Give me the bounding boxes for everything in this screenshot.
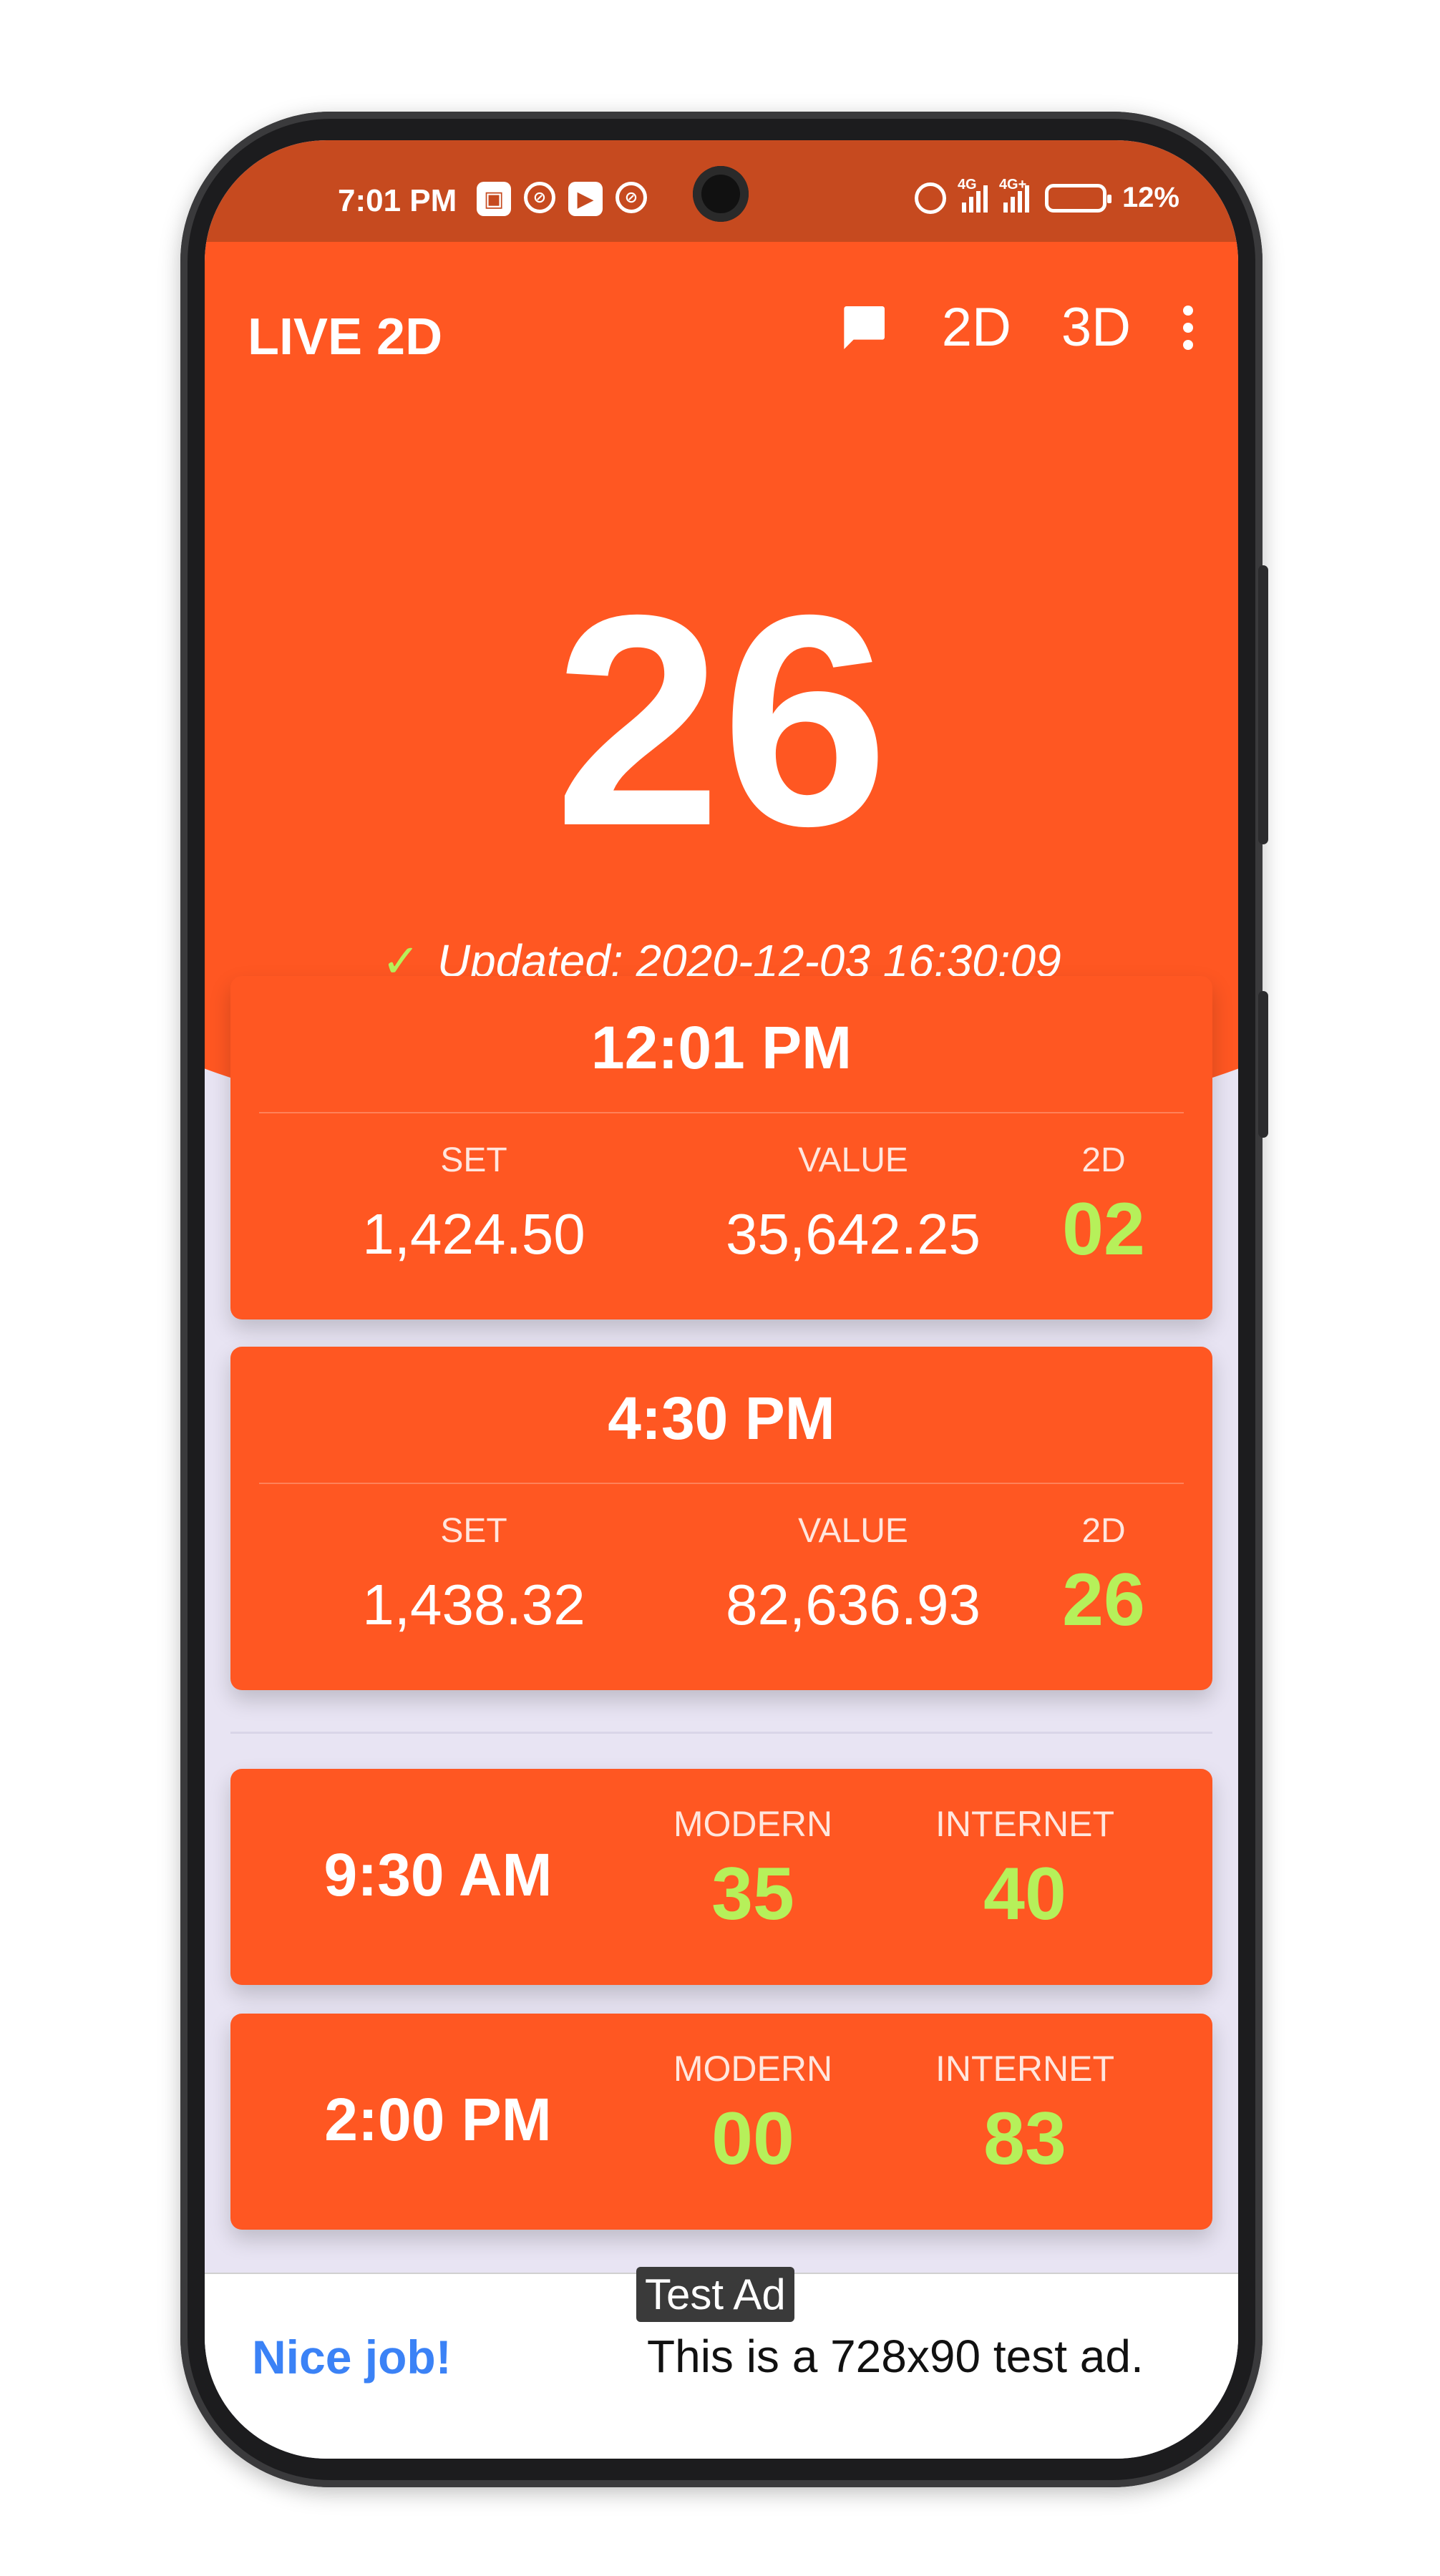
front-camera	[693, 166, 749, 222]
modern-label: MODERN	[673, 1804, 833, 1844]
2d-label: 2D	[1081, 1512, 1126, 1550]
ad-body[interactable]: This is a 728x90 test ad.	[647, 2330, 1144, 2383]
play-store-icon: ▶	[568, 182, 603, 216]
2d-value: 26	[1062, 1558, 1145, 1641]
chat-icon[interactable]	[835, 299, 892, 356]
value-column: VALUE 82,636.93	[674, 1511, 1032, 1638]
modern-label: MODERN	[673, 2049, 833, 2089]
set-value: 1,424.50	[362, 1202, 585, 1266]
power-button	[1258, 991, 1268, 1138]
network-label: 4G	[957, 176, 977, 192]
screen: 7:01 PM ▣ ⊘ ▶ ⊘ 4G 4G+ 12% LIVE 2D 2D 3D…	[205, 140, 1238, 2459]
set-label: SET	[440, 1512, 507, 1550]
divider	[259, 1483, 1184, 1484]
ad-headline[interactable]: Nice job!	[252, 2330, 452, 2384]
notification-icons: ▣ ⊘ ▶ ⊘	[477, 182, 647, 216]
divider	[259, 1112, 1184, 1113]
internet-column: INTERNET 40	[918, 1803, 1132, 1937]
session-card[interactable]: 2:00 PM MODERN 00 INTERNET 83	[230, 2014, 1212, 2230]
section-separator	[230, 1732, 1212, 1734]
signal-4g-icon: 4G	[958, 177, 988, 213]
set-value: 1,438.32	[362, 1573, 585, 1636]
2d-button[interactable]: 2D	[942, 296, 1011, 358]
live-header: LIVE 2D 2D 3D 26	[205, 242, 1238, 1143]
mi-store-icon: ▣	[477, 182, 511, 216]
result-time: 4:30 PM	[608, 1385, 835, 1452]
result-card[interactable]: 12:01 PM SET 1,424.50 VALUE 35,642.25 2D…	[230, 976, 1212, 1319]
network-label: 4G+	[998, 176, 1027, 192]
internet-value: 40	[983, 1853, 1066, 1936]
value-label: VALUE	[798, 1512, 908, 1550]
modern-value: 00	[711, 2097, 794, 2180]
internet-value: 83	[983, 2097, 1066, 2180]
battery-percent: 12%	[1122, 182, 1179, 213]
session-time: 2:00 PM	[324, 2086, 552, 2153]
modern-column: MODERN 35	[660, 1803, 846, 1937]
modern-column: MODERN 00	[660, 2048, 846, 2182]
volume-button	[1258, 565, 1268, 844]
live-number: 26	[554, 553, 889, 889]
set-label: SET	[440, 1141, 507, 1179]
vpn-icon: ⊘	[616, 182, 647, 213]
set-column: SET 1,424.50	[331, 1141, 617, 1267]
status-bar: 7:01 PM ▣ ⊘ ▶ ⊘ 4G 4G+ 12%	[205, 140, 1238, 242]
alarm-icon	[914, 182, 946, 214]
2d-column: 2D 02	[1032, 1141, 1175, 1272]
vpn-icon: ⊘	[524, 182, 555, 213]
value-column: VALUE 35,642.25	[674, 1141, 1032, 1267]
test-ad-badge: Test Ad	[636, 2267, 794, 2322]
signal-4g-plus-icon: 4G+	[999, 177, 1029, 213]
toolbar-actions: 2D 3D	[835, 296, 1195, 358]
set-column: SET 1,438.32	[331, 1511, 617, 1638]
internet-column: INTERNET 83	[918, 2048, 1132, 2182]
internet-label: INTERNET	[935, 1804, 1114, 1844]
value-value: 35,642.25	[726, 1202, 981, 1266]
more-vert-icon[interactable]	[1181, 305, 1195, 350]
ad-banner[interactable]: Test Ad Nice job! This is a 728x90 test …	[205, 2267, 1238, 2459]
value-value: 82,636.93	[726, 1573, 981, 1636]
session-time: 9:30 AM	[323, 1841, 553, 1908]
result-card[interactable]: 4:30 PM SET 1,438.32 VALUE 82,636.93 2D …	[230, 1347, 1212, 1690]
3d-button[interactable]: 3D	[1061, 296, 1131, 358]
app-title: LIVE 2D	[248, 308, 443, 366]
modern-value: 35	[711, 1853, 794, 1936]
session-card[interactable]: 9:30 AM MODERN 35 INTERNET 40	[230, 1769, 1212, 1985]
value-label: VALUE	[798, 1141, 908, 1179]
2d-column: 2D 26	[1032, 1511, 1175, 1643]
status-time: 7:01 PM	[338, 183, 457, 218]
battery-charging-icon	[1044, 183, 1111, 213]
2d-value: 02	[1062, 1188, 1145, 1271]
result-time: 12:01 PM	[590, 1014, 852, 1081]
internet-label: INTERNET	[935, 2049, 1114, 2089]
2d-label: 2D	[1081, 1141, 1126, 1179]
status-right: 4G 4G+ 12%	[914, 177, 1179, 214]
